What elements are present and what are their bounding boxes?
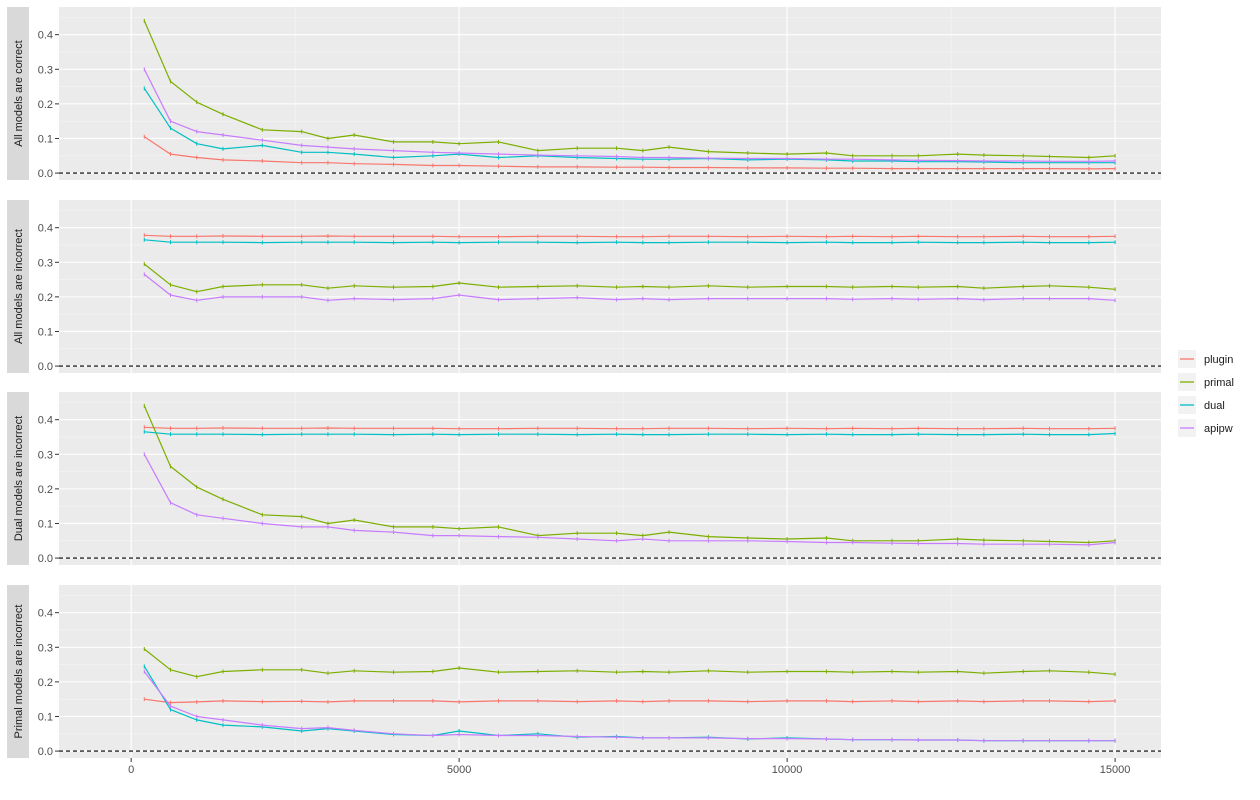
legend-label: apipw — [1204, 423, 1233, 435]
x-tick-label: 15000 — [1100, 764, 1131, 776]
x-tick-label: 0 — [128, 764, 134, 776]
panel-2: All models are incorrect 0.0 0.1 0.2 0.3 0.4 — [7, 200, 1161, 373]
y-axis: 0.0 0.1 0.2 0.3 0.4 — [38, 30, 59, 180]
y-tick-label: 0.1 — [38, 518, 53, 530]
strip-label: All models are correct — [13, 40, 25, 146]
y-tick-label: 0.2 — [38, 292, 53, 304]
y-tick-label: 0.1 — [38, 711, 53, 723]
plot-background — [59, 7, 1161, 180]
strip-label: Primal models are incorrect — [13, 605, 25, 739]
y-tick-label: 0.0 — [38, 168, 53, 180]
legend-label: dual — [1204, 400, 1225, 412]
y-axis: 0.0 0.1 0.2 0.3 0.4 — [38, 415, 59, 565]
legend: plugin primal dual apipw — [1174, 345, 1250, 441]
y-tick-label: 0.0 — [38, 361, 53, 373]
y-tick-label: 0.2 — [38, 677, 53, 689]
strip-label: All models are incorrect — [13, 229, 25, 344]
panels-layer: All models are correct0.00.10.20.30.4All… — [7, 7, 1161, 758]
y-tick-label: 0.3 — [38, 449, 53, 461]
y-tick-label: 0.3 — [38, 642, 53, 654]
strip-label: Dual models are incorrect — [13, 416, 25, 541]
legend-label: primal — [1204, 377, 1234, 389]
legend-label: plugin — [1204, 354, 1233, 366]
x-tick-label: 10000 — [772, 764, 803, 776]
y-tick-label: 0.3 — [38, 64, 53, 76]
panel-1: All models are correct 0.0 0.1 0.2 0.3 0.4 — [7, 7, 1161, 180]
y-tick-label: 0.4 — [38, 223, 53, 235]
y-tick-label: 0.1 — [38, 326, 53, 338]
plot-background — [59, 392, 1161, 565]
y-tick-label: 0.4 — [38, 415, 53, 427]
y-axis: 0.0 0.1 0.2 0.3 0.4 — [38, 223, 59, 373]
x-axis: 0 5000 10000 15000 — [128, 758, 1130, 776]
y-axis: 0.0 0.1 0.2 0.3 0.4 — [38, 608, 59, 758]
y-tick-label: 0.4 — [38, 30, 53, 42]
y-tick-label: 0.0 — [38, 746, 53, 758]
panel-4: Primal models are incorrect0.00.10.20.30… — [7, 585, 1161, 758]
y-tick-label: 0.2 — [38, 484, 53, 496]
faceted-line-chart: All models are correct0.00.10.20.30.4All… — [7, 7, 1250, 776]
y-tick-label: 0.4 — [38, 608, 53, 620]
y-tick-label: 0.0 — [38, 553, 53, 565]
y-tick-label: 0.3 — [38, 257, 53, 269]
panel-3: Dual models are incorrect 0.0 0.1 0.2 0.3 0.4 — [7, 392, 1161, 565]
x-tick-label: 5000 — [447, 764, 471, 776]
y-tick-label: 0.1 — [38, 133, 53, 145]
y-tick-label: 0.2 — [38, 99, 53, 111]
